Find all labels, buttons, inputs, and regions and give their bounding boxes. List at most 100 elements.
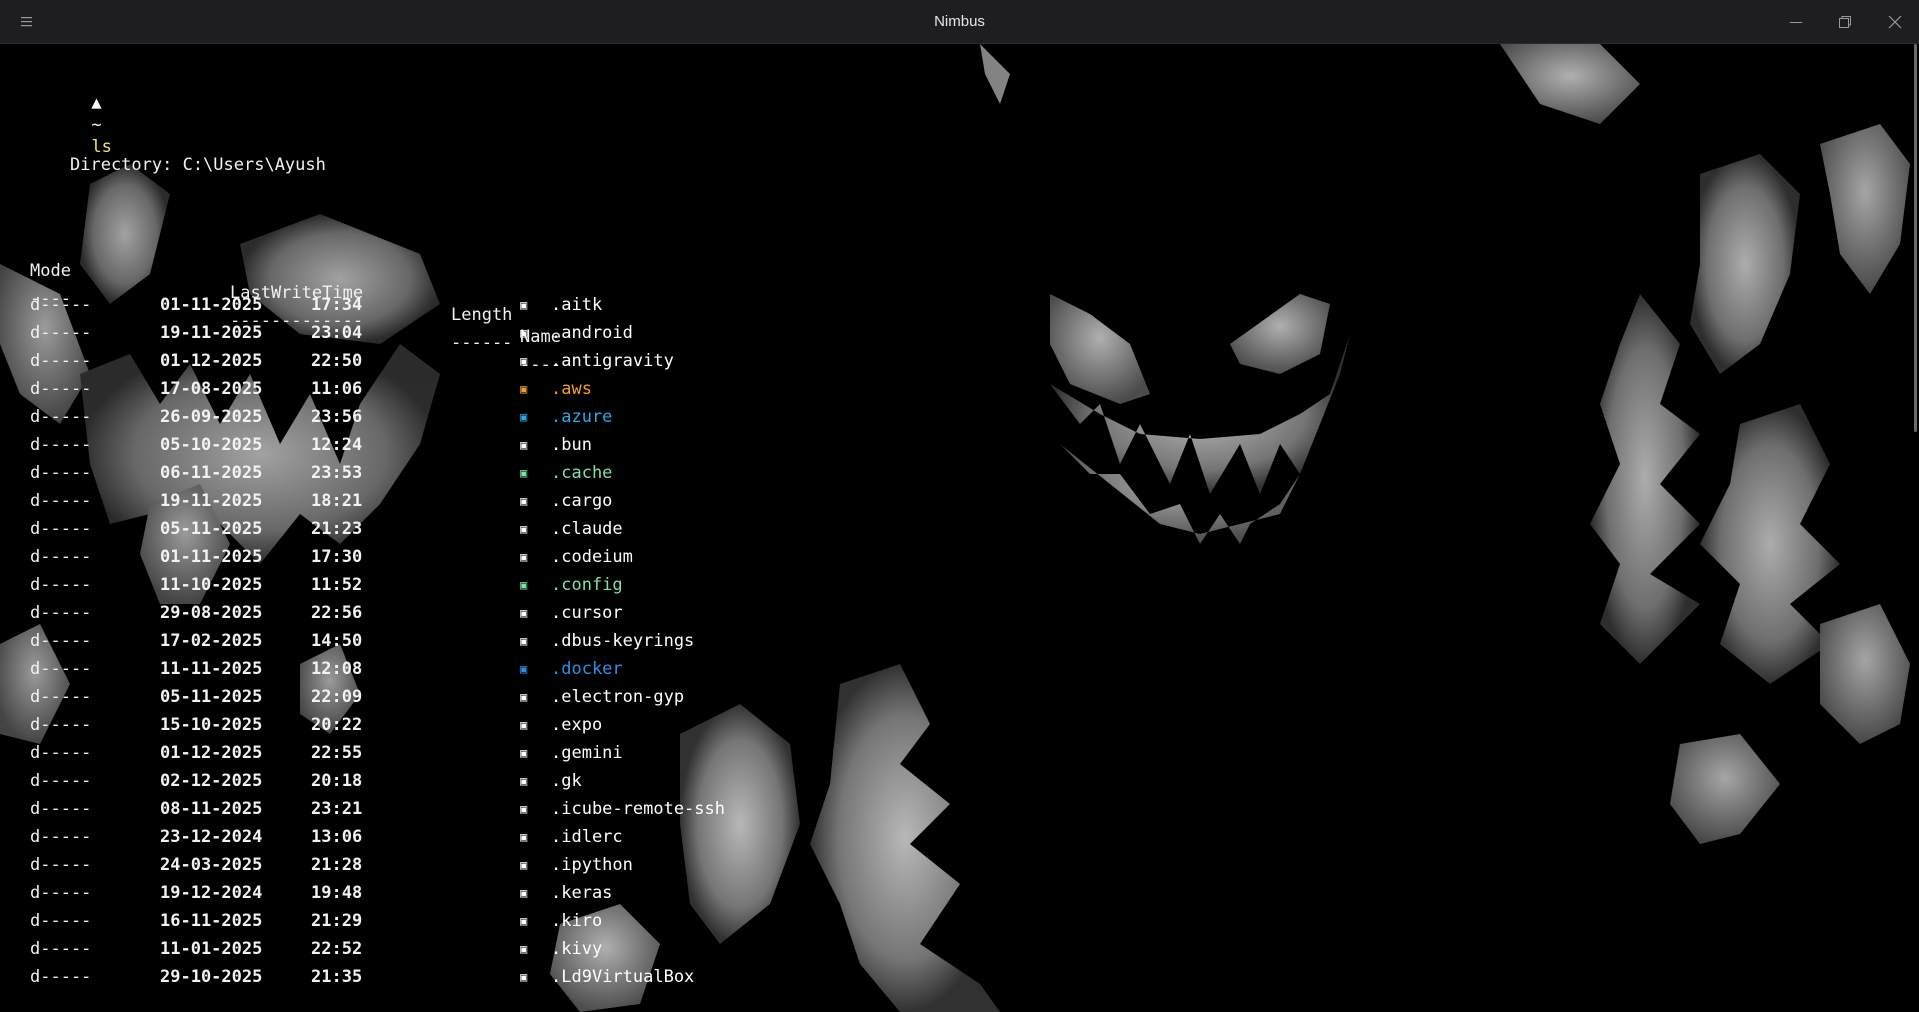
entry-mode: d----- bbox=[30, 799, 92, 819]
terminal-window: Nimbus ▲ ~ ls Directory: C:\Users\Ayush bbox=[0, 0, 1919, 1012]
entry-mode: d----- bbox=[30, 883, 92, 903]
folder-icon: ▣ bbox=[520, 298, 528, 312]
close-button[interactable] bbox=[1879, 6, 1911, 38]
folder-icon: ▣ bbox=[520, 606, 528, 620]
entry-mode: d----- bbox=[30, 295, 92, 315]
list-item: d----- 19-12-2024 19:48 ▣ .keras bbox=[30, 882, 930, 904]
list-item: d----- 05-10-2025 12:24 ▣ .bun bbox=[30, 434, 930, 456]
entry-name[interactable]: .antigravity bbox=[551, 350, 674, 372]
entry-name[interactable]: .azure bbox=[551, 406, 612, 428]
folder-icon: ▣ bbox=[520, 578, 528, 592]
entry-time: 20:22 bbox=[311, 715, 363, 735]
list-item: d----- 11-01-2025 22:52 ▣ .kivy bbox=[30, 938, 930, 960]
table-header: Mode LastWriteTime Length Name bbox=[30, 238, 830, 347]
entry-date: 11-01-2025 bbox=[160, 939, 263, 959]
entry-date: 11-11-2025 bbox=[160, 659, 263, 679]
entry-name[interactable]: .cache bbox=[551, 462, 612, 484]
entry-date: 05-11-2025 bbox=[160, 519, 263, 539]
entry-name[interactable]: .bun bbox=[551, 434, 592, 456]
entry-date: 29-10-2025 bbox=[160, 967, 263, 987]
folder-icon: ▣ bbox=[520, 410, 528, 424]
entry-name[interactable]: .claude bbox=[551, 518, 623, 540]
entry-name[interactable]: .codeium bbox=[551, 546, 633, 568]
entry-mode: d----- bbox=[30, 771, 92, 791]
entry-name[interactable]: .gk bbox=[551, 770, 582, 792]
list-item: d----- 19-11-2025 18:21 ▣ .cargo bbox=[30, 490, 930, 512]
entry-name[interactable]: .kiro bbox=[551, 910, 602, 932]
entry-time: 11:06 bbox=[311, 379, 363, 399]
table-separator: ---- ------------- ------ ---- bbox=[30, 266, 830, 375]
entry-date: 24-03-2025 bbox=[160, 855, 263, 875]
entry-name[interactable]: .aitk bbox=[551, 294, 602, 316]
entry-time: 18:21 bbox=[311, 491, 363, 511]
entry-name[interactable]: .gemini bbox=[551, 742, 623, 764]
list-item: d----- 15-10-2025 20:22 ▣ .expo bbox=[30, 714, 930, 736]
entry-date: 19-12-2024 bbox=[160, 883, 263, 903]
folder-icon: ▣ bbox=[520, 746, 528, 760]
folder-icon: ▣ bbox=[520, 550, 528, 564]
entry-name[interactable]: .kivy bbox=[551, 938, 602, 960]
entry-date: 23-12-2024 bbox=[160, 827, 263, 847]
entry-name[interactable]: .ipython bbox=[551, 854, 633, 876]
entry-name[interactable]: .keras bbox=[551, 882, 612, 904]
terminal-output[interactable]: ▲ ~ ls Directory: C:\Users\Ayush Mode La… bbox=[30, 58, 1890, 1008]
entry-mode: d----- bbox=[30, 967, 92, 987]
restore-button[interactable] bbox=[1829, 6, 1861, 38]
entry-time: 21:29 bbox=[311, 911, 363, 931]
entry-name[interactable]: .aws bbox=[551, 378, 592, 400]
entry-time: 23:04 bbox=[311, 323, 363, 343]
entry-name[interactable]: .android bbox=[551, 322, 633, 344]
folder-icon: ▣ bbox=[520, 718, 528, 732]
entry-time: 22:09 bbox=[311, 687, 363, 707]
entry-time: 13:06 bbox=[311, 827, 363, 847]
entry-date: 02-12-2025 bbox=[160, 771, 263, 791]
entry-mode: d----- bbox=[30, 519, 92, 539]
entry-time: 23:21 bbox=[311, 799, 363, 819]
folder-icon: ▣ bbox=[520, 634, 528, 648]
entry-name[interactable]: .expo bbox=[551, 714, 602, 736]
directory-line: Directory: C:\Users\Ayush bbox=[70, 155, 326, 175]
entry-name[interactable]: .idlerc bbox=[551, 826, 623, 848]
entry-name[interactable]: .config bbox=[551, 574, 623, 596]
entry-name[interactable]: .dbus-keyrings bbox=[551, 630, 694, 652]
entry-date: 17-08-2025 bbox=[160, 379, 263, 399]
entry-date: 16-11-2025 bbox=[160, 911, 263, 931]
folder-icon: ▣ bbox=[520, 774, 528, 788]
entry-date: 01-12-2025 bbox=[160, 351, 263, 371]
entry-time: 21:23 bbox=[311, 519, 363, 539]
entry-name[interactable]: .docker bbox=[551, 658, 623, 680]
list-item: d----- 26-09-2025 23:56 ▣ .azure bbox=[30, 406, 930, 428]
folder-icon: ▣ bbox=[520, 494, 528, 508]
folder-icon: ▣ bbox=[520, 522, 528, 536]
entry-date: 05-10-2025 bbox=[160, 435, 263, 455]
list-item: d----- 06-11-2025 23:53 ▣ .cache bbox=[30, 462, 930, 484]
entry-name[interactable]: .icube-remote-ssh bbox=[551, 798, 725, 820]
minimize-button[interactable] bbox=[1780, 6, 1812, 38]
entry-time: 12:24 bbox=[311, 435, 363, 455]
list-item: d----- 29-08-2025 22:56 ▣ .cursor bbox=[30, 602, 930, 624]
entry-date: 26-09-2025 bbox=[160, 407, 263, 427]
entry-date: 01-12-2025 bbox=[160, 743, 263, 763]
entry-time: 22:52 bbox=[311, 939, 363, 959]
entry-name[interactable]: .electron-gyp bbox=[551, 686, 684, 708]
entry-date: 19-11-2025 bbox=[160, 323, 263, 343]
entry-date: 17-02-2025 bbox=[160, 631, 263, 651]
entry-mode: d----- bbox=[30, 715, 92, 735]
list-item: d----- 23-12-2024 13:06 ▣ .idlerc bbox=[30, 826, 930, 848]
entry-mode: d----- bbox=[30, 407, 92, 427]
entry-date: 15-10-2025 bbox=[160, 715, 263, 735]
entry-time: 22:56 bbox=[311, 603, 363, 623]
entry-name[interactable]: .cursor bbox=[551, 602, 623, 624]
scrollbar-thumb[interactable] bbox=[1914, 44, 1917, 432]
minimize-icon bbox=[1790, 22, 1802, 23]
entry-mode: d----- bbox=[30, 743, 92, 763]
entry-time: 23:53 bbox=[311, 463, 363, 483]
title-bar: Nimbus bbox=[0, 0, 1919, 44]
entry-date: 08-11-2025 bbox=[160, 799, 263, 819]
entry-mode: d----- bbox=[30, 659, 92, 679]
entry-name[interactable]: .Ld9VirtualBox bbox=[551, 966, 694, 988]
entry-name[interactable]: .cargo bbox=[551, 490, 612, 512]
folder-icon: ▣ bbox=[520, 886, 528, 900]
entry-time: 12:08 bbox=[311, 659, 363, 679]
entry-date: 01-11-2025 bbox=[160, 295, 263, 315]
